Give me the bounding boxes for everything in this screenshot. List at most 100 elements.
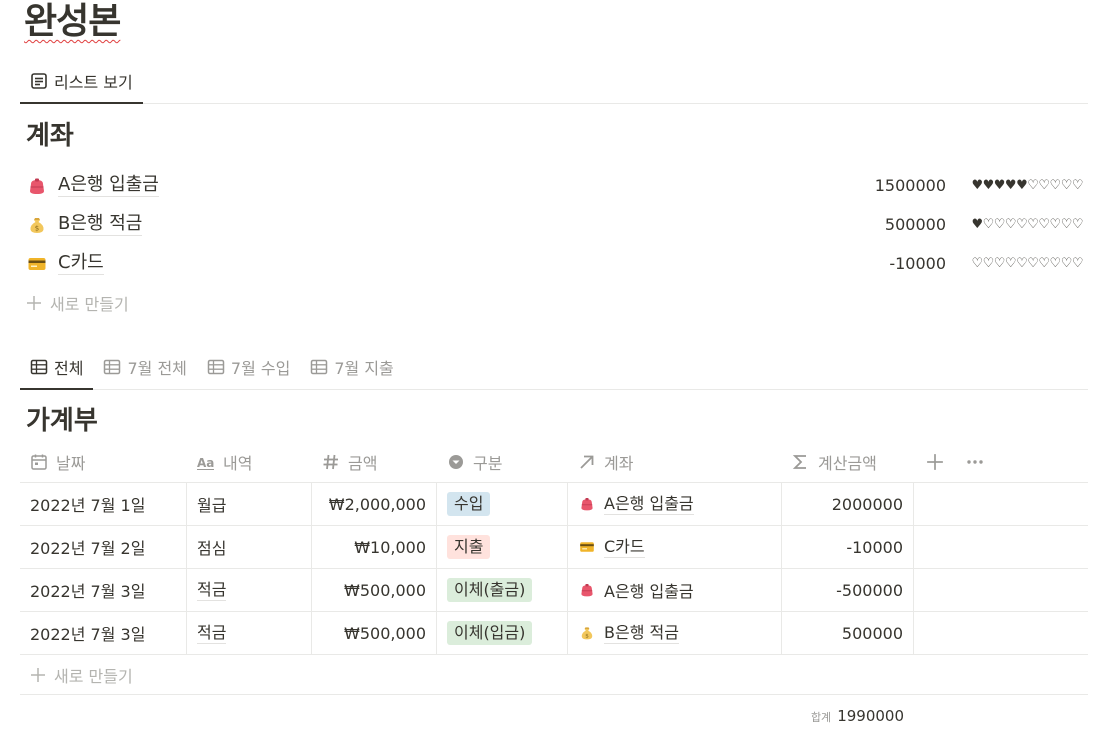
tab-label: 7월 전체 [127,359,187,378]
account-name: A은행 입출금 [58,174,159,197]
cell-date[interactable]: 2022년 7월 2일 [20,526,187,568]
account-link[interactable]: C카드 [604,537,645,558]
table-icon [30,359,48,375]
cell-account[interactable]: $ B은행 적금 [568,612,782,654]
column-label: 내역 [223,453,253,473]
credit-card-icon [578,538,596,556]
plus-icon [27,295,41,310]
cell-item[interactable]: 적금 [187,612,312,654]
table-row[interactable]: 2022년 7월 3일 적금 ₩500,000 이체(출금) A은행 입출금 -… [20,569,1088,612]
more-options-icon[interactable] [966,453,984,471]
cell-date[interactable]: 2022년 7월 3일 [20,569,187,611]
list-item[interactable]: $ B은행 적금 500000 ♥♡♡♡♡♡♡♡♡♡ [20,205,1088,244]
tab-july-all[interactable]: 7월 전체 [93,345,196,389]
list-item[interactable]: C카드 -10000 ♡♡♡♡♡♡♡♡♡♡ [20,244,1088,283]
add-column-icon[interactable] [926,453,944,471]
relation-icon [580,455,594,469]
tab-all[interactable]: 전체 [20,345,94,390]
column-header-actions [914,441,1088,482]
purse-icon [578,495,596,513]
cell-account[interactable]: A은행 입출금 [568,569,782,611]
credit-card-icon [26,253,48,275]
page-title[interactable]: 완성본 [24,0,121,44]
table-row[interactable]: 2022년 7월 2일 점심 ₩10,000 지출 C카드 -10000 [20,526,1088,569]
column-header-category[interactable]: 구분 [437,441,568,482]
plus-icon [31,667,45,682]
cell-category[interactable]: 수입 [437,483,568,525]
table-icon [104,359,121,375]
svg-text:Aa: Aa [197,456,214,470]
column-header-item[interactable]: Aa 내역 [187,441,312,482]
item-text: 점심 [197,539,227,558]
cell-amount[interactable]: ₩10,000 [312,526,437,568]
column-header-date[interactable]: 날짜 [20,441,187,482]
summary-label: 합계 [810,711,832,724]
cell-category[interactable]: 지출 [437,526,568,568]
column-label: 날짜 [56,453,86,473]
purse-icon [26,175,48,197]
cell-date[interactable]: 2022년 7월 3일 [20,612,187,654]
text-icon: Aa [197,456,214,470]
table-row[interactable]: 2022년 7월 1일 월급 ₩2,000,000 수입 A은행 입출금 200… [20,483,1088,526]
account-link[interactable]: A은행 입출금 [604,494,694,515]
account-hearts: ♥♥♥♥♥♡♡♡♡♡ [971,178,1083,193]
new-row-button[interactable]: 새로 만들기 [20,655,1088,695]
item-text: 월급 [197,496,227,515]
cell-calc: 500000 [782,612,914,654]
category-tag: 지출 [447,535,491,559]
column-label: 계산금액 [818,453,877,473]
column-label: 계좌 [604,453,634,473]
cell-empty [914,569,1088,611]
category-tag: 수입 [447,492,491,516]
tab-label: 7월 지출 [334,359,394,378]
purse-icon [578,581,596,599]
cell-category[interactable]: 이체(입금) [437,612,568,654]
account-amount: 500000 [884,215,946,234]
cell-amount[interactable]: ₩2,000,000 [312,483,437,525]
accounts-section-title[interactable]: 계좌 [26,119,74,153]
table-row[interactable]: 2022년 7월 3일 적금 ₩500,000 이체(입금) $ B은행 적금 … [20,612,1088,655]
top-view-tabbar: 리스트 보기 [20,59,1088,104]
new-label: 새로 만들기 [50,294,129,314]
column-header-calc[interactable]: 계산금액 [782,441,914,482]
cell-date[interactable]: 2022년 7월 1일 [20,483,187,525]
tab-list-view[interactable]: 리스트 보기 [20,59,143,104]
new-account-button[interactable]: 새로 만들기 [20,283,1088,322]
money-bag-icon: $ [578,624,596,642]
ledger-section-title[interactable]: 가계부 [26,404,98,438]
list-item[interactable]: A은행 입출금 1500000 ♥♥♥♥♥♡♡♡♡♡ [20,166,1088,205]
account-hearts: ♥♡♡♡♡♡♡♡♡♡ [971,217,1083,232]
cell-category[interactable]: 이체(출금) [437,569,568,611]
cell-calc: -10000 [782,526,914,568]
cell-account[interactable]: C카드 [568,526,782,568]
calc-summary[interactable]: 합계 1990000 [811,707,904,725]
cell-item[interactable]: 적금 [187,569,312,611]
table-icon [207,359,225,375]
cell-amount[interactable]: ₩500,000 [312,569,437,611]
accounts-list: A은행 입출금 1500000 ♥♥♥♥♥♡♡♡♡♡ $ B은행 적금 5000… [20,166,1088,322]
tab-july-income[interactable]: 7월 수입 [197,345,300,389]
account-link[interactable]: A은행 입출금 [604,578,694,602]
column-header-account[interactable]: 계좌 [568,441,782,482]
select-icon [449,454,463,469]
cell-item[interactable]: 점심 [187,526,312,568]
category-tag: 이체(입금) [447,621,533,645]
money-bag-icon: $ [26,214,48,236]
list-view-icon [31,73,47,89]
cell-amount[interactable]: ₩500,000 [312,612,437,654]
svg-text:$: $ [35,224,39,232]
cell-empty [914,483,1088,525]
cell-account[interactable]: A은행 입출금 [568,483,782,525]
calendar-icon [31,454,47,470]
tab-label: 7월 수입 [230,359,291,378]
account-hearts: ♡♡♡♡♡♡♡♡♡♡ [971,256,1083,271]
item-text: 적금 [197,579,227,601]
cell-empty [914,612,1088,654]
tab-july-expense[interactable]: 7월 지출 [300,345,403,389]
cell-calc: 2000000 [782,483,914,525]
item-text: 적금 [197,622,227,644]
account-link[interactable]: B은행 적금 [604,623,679,644]
column-header-amount[interactable]: 금액 [312,441,437,482]
cell-item[interactable]: 월급 [187,483,312,525]
ledger-table: 날짜 Aa 내역 금액 구분 계좌 계산금액 2022년 7월 1일 월급 ₩2… [20,441,1088,695]
